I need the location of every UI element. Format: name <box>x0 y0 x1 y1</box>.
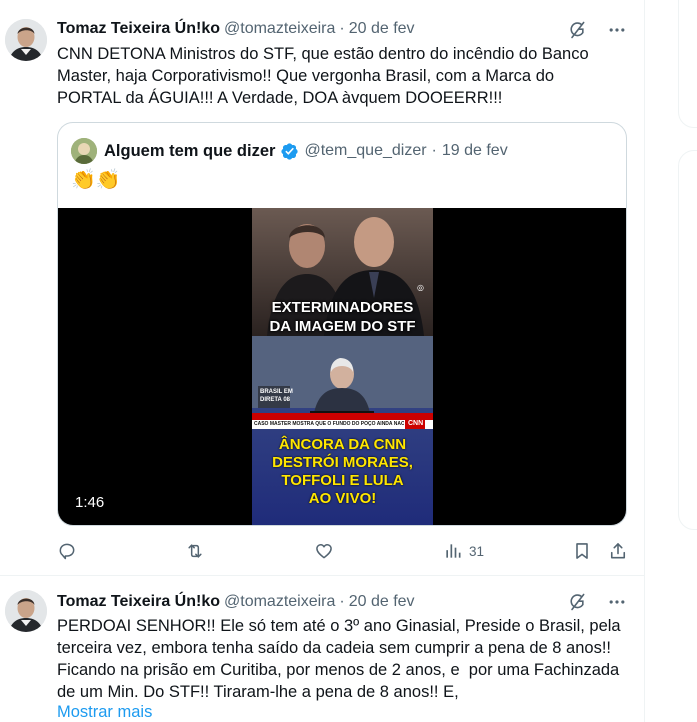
channel-badge: BRASIL EM DIRETA 08 <box>260 388 293 404</box>
bookmark-icon <box>572 541 592 561</box>
svg-text:CNN: CNN <box>408 420 423 427</box>
tweet-header: Tomaz Teixeira Ún!ko @tomazteixeira · 20… <box>57 592 415 612</box>
reply-button[interactable] <box>57 540 77 562</box>
author-handle[interactable]: @tomazteixeira <box>224 20 335 38</box>
timestamp[interactable]: 20 de fev <box>349 593 415 611</box>
author-name[interactable]: Tomaz Teixeira Ún!ko <box>57 20 220 38</box>
like-button[interactable] <box>314 540 334 562</box>
video-thumbnail[interactable]: ◎ CNN EXTERMINADORES DA IMAGEM DO STF BR… <box>252 208 433 525</box>
badge-line: BRASIL EM <box>260 389 293 395</box>
author-handle[interactable]: @tomazteixeira <box>224 593 335 611</box>
quote-timestamp[interactable]: 19 de fev <box>442 142 508 160</box>
like-icon <box>314 541 334 561</box>
headline-line: ÂNCORA DA CNN <box>278 436 407 453</box>
tweet-text: CNN DETONA Ministros do STF, que estão d… <box>57 45 589 107</box>
headline-line: AO VIVO! <box>308 490 377 507</box>
video-duration: 1:46 <box>75 494 105 511</box>
timestamp[interactable]: 20 de fev <box>349 20 415 38</box>
svg-text:◎: ◎ <box>417 283 424 292</box>
author-name[interactable]: Tomaz Teixeira Ún!ko <box>57 593 220 611</box>
tweet-text: PERDOAI SENHOR!! Ele só tem até o 3º ano… <box>57 617 621 701</box>
grok-icon[interactable] <box>566 591 588 613</box>
timeline: Tomaz Teixeira Ún!ko @tomazteixeira · 20… <box>0 0 645 722</box>
reply-icon <box>57 541 77 561</box>
views-button[interactable]: 31 <box>443 540 484 562</box>
avatar[interactable] <box>5 19 47 61</box>
tweet-header-actions <box>566 19 628 41</box>
tweet[interactable]: Tomaz Teixeira Ún!ko @tomazteixeira · 20… <box>0 577 644 722</box>
video-headline-bottom: ÂNCORA DA CNN DESTRÓI MORAES, TOFFOLI E … <box>252 436 433 508</box>
repost-icon <box>185 541 205 561</box>
more-icon[interactable] <box>606 591 628 613</box>
video-headline-top: EXTERMINADORES DA IMAGEM DO STF <box>252 298 433 336</box>
headline-line: DESTRÓI MORAES, <box>272 454 413 471</box>
sidebar-card <box>678 0 697 128</box>
headline-line: TOFFOLI E LULA <box>281 472 404 489</box>
separator-dot: · <box>339 20 345 37</box>
headline-line: EXTERMINADORES <box>271 299 414 316</box>
tweet-header: Tomaz Teixeira Ún!ko @tomazteixeira · 20… <box>57 19 415 39</box>
views-count: 31 <box>469 543 485 559</box>
quote-author-handle[interactable]: @tem_que_dizer <box>304 142 426 160</box>
tweet-actions: 31 <box>57 540 632 562</box>
right-sidebar <box>646 0 697 722</box>
headline-line: DA IMAGEM DO STF <box>269 318 416 335</box>
news-ticker: CASO MASTER MOSTRA QUE O FUNDO DO POÇO A… <box>254 421 404 427</box>
share-icon <box>608 541 628 561</box>
quote-text: 👏👏 <box>71 169 121 191</box>
video-player[interactable]: ◎ CNN EXTERMINADORES DA IMAGEM DO STF BR… <box>58 208 626 525</box>
tweet[interactable]: Tomaz Teixeira Ún!ko @tomazteixeira · 20… <box>0 0 644 576</box>
more-icon[interactable] <box>606 19 628 41</box>
bookmark-button[interactable] <box>572 540 592 562</box>
separator-dot: · <box>339 593 345 610</box>
badge-line: DIRETA 08 <box>260 397 291 403</box>
show-more-link[interactable]: Mostrar mais <box>57 703 152 722</box>
quote-avatar[interactable] <box>71 138 97 164</box>
separator-dot: · <box>431 142 437 159</box>
verified-badge-icon <box>280 142 299 161</box>
quote-header: Alguem tem que dizer @tem_que_dizer · 19… <box>71 138 508 164</box>
repost-button[interactable] <box>185 540 205 562</box>
quoted-tweet[interactable]: Alguem tem que dizer @tem_que_dizer · 19… <box>57 122 627 526</box>
quote-author-name[interactable]: Alguem tem que dizer <box>104 142 275 161</box>
grok-icon[interactable] <box>566 19 588 41</box>
tweet-header-actions <box>566 591 628 613</box>
views-icon <box>443 541 463 561</box>
avatar[interactable] <box>5 590 47 632</box>
sidebar-card <box>678 150 697 530</box>
share-button[interactable] <box>608 540 628 562</box>
